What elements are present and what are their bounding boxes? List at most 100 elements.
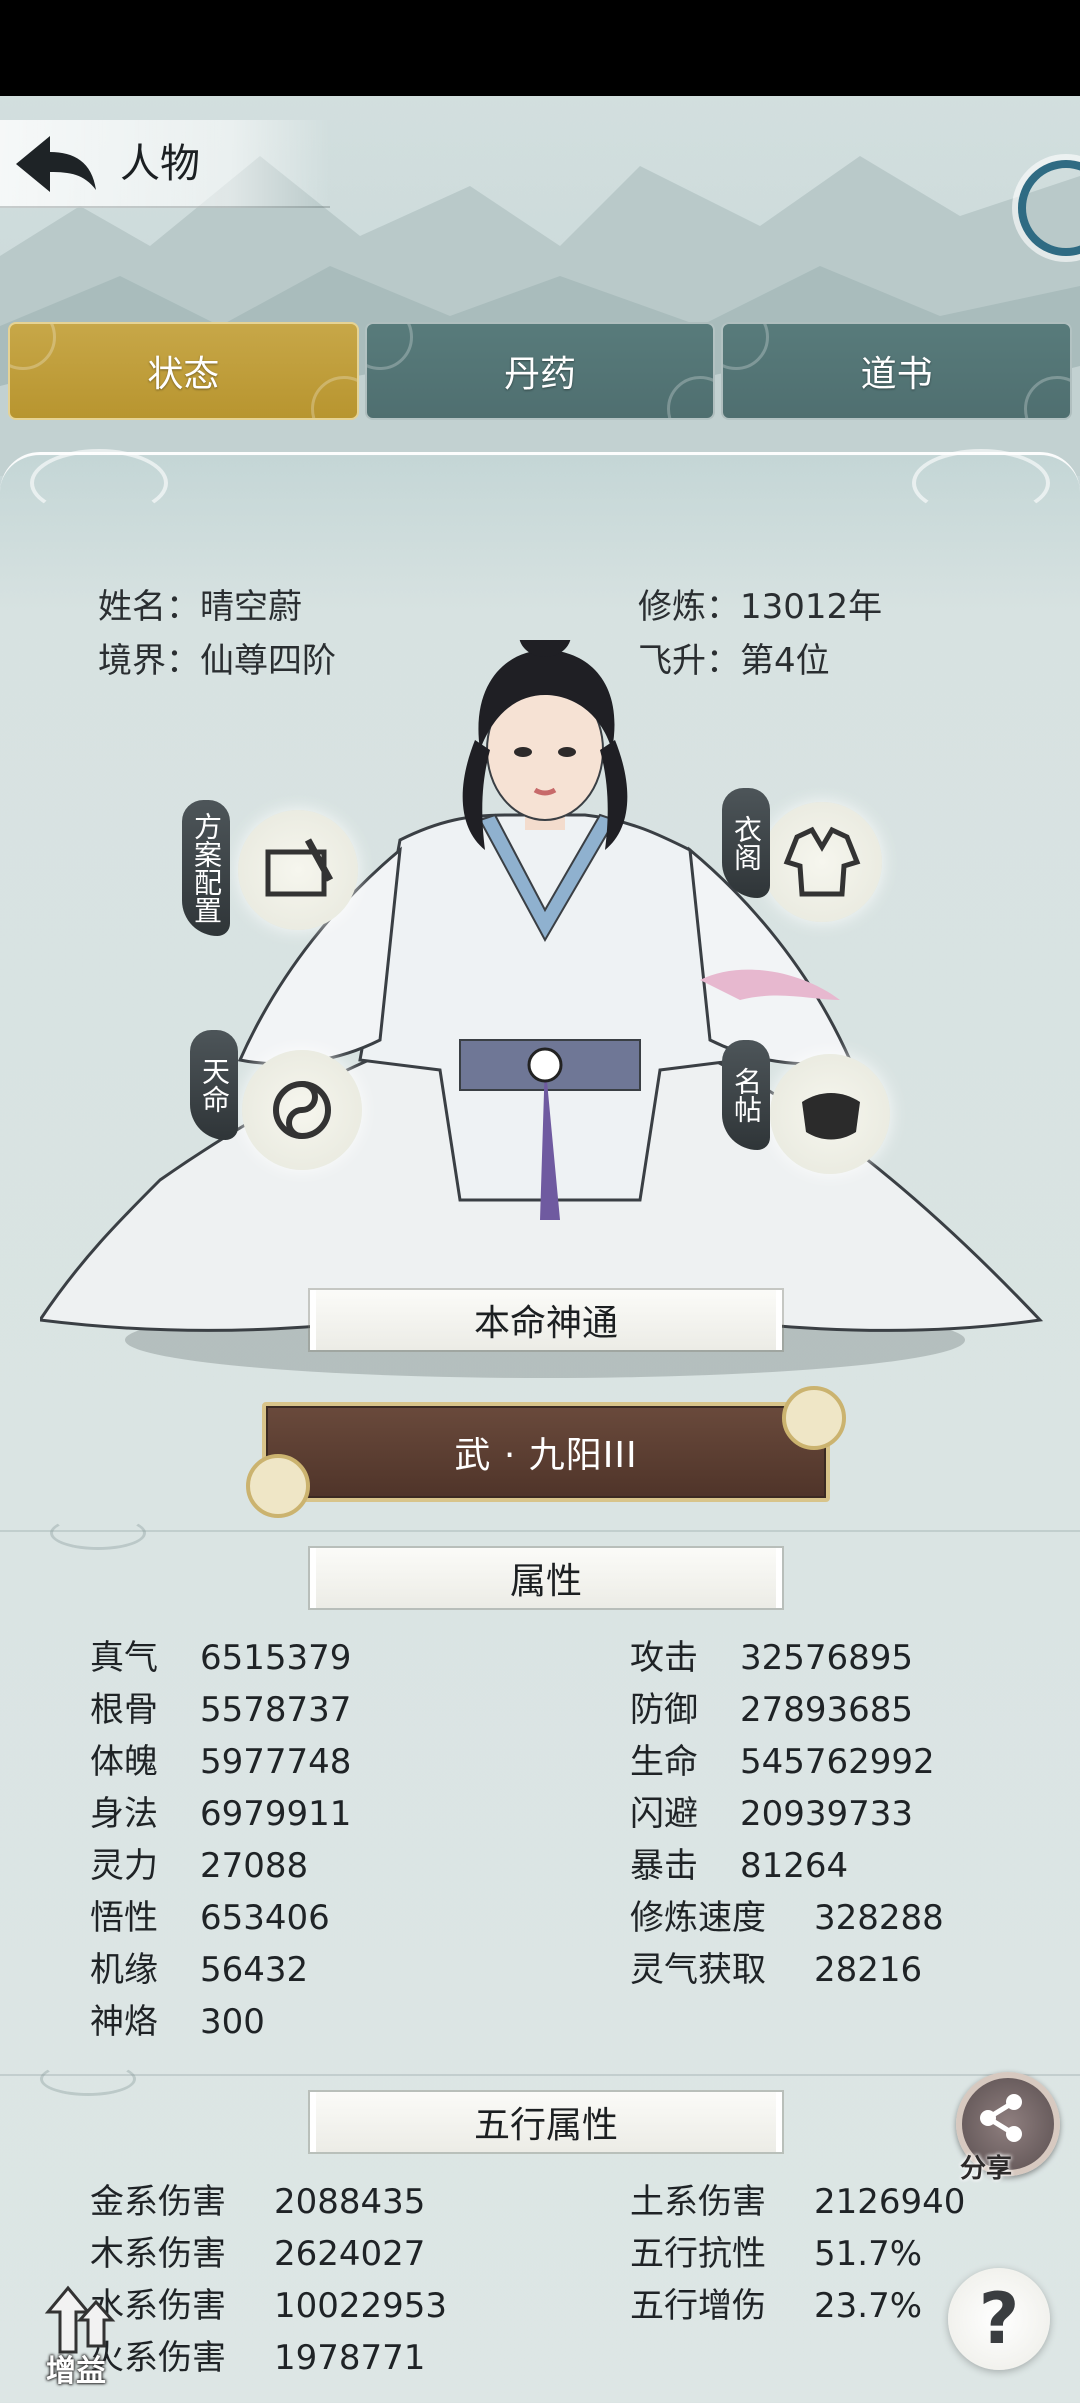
- fate-button[interactable]: 天命: [190, 1030, 370, 1170]
- stat-value: 328288: [814, 1898, 944, 1938]
- cultivation-value: 13012年: [740, 587, 883, 627]
- tab-status[interactable]: 状态: [8, 322, 359, 420]
- back-arrow-icon: [16, 136, 96, 192]
- stat-value: 56432: [200, 1950, 309, 1990]
- plan-config-button[interactable]: 方案配置: [182, 800, 362, 940]
- cloud-ornament-icon: [1024, 376, 1071, 418]
- stat-value: 5977748: [200, 1742, 352, 1782]
- tab-books[interactable]: 道书: [721, 322, 1073, 420]
- stat-label: 神烙: [90, 2002, 158, 2042]
- cloud-ornament-icon: [366, 324, 413, 370]
- cloud-ornament-icon: [667, 376, 714, 418]
- stat-label: 木系伤害: [90, 2234, 226, 2274]
- help-button[interactable]: ?: [948, 2268, 1050, 2370]
- name-row: 姓名：晴空蔚: [98, 580, 302, 634]
- question-mark-icon: ?: [978, 2278, 1020, 2360]
- stat-row: 修炼速度 328288: [630, 1892, 944, 1944]
- tab-bar: 状态 丹药 道书: [8, 322, 1073, 420]
- fate-label: 天命: [190, 1030, 238, 1140]
- page-title: 人物: [120, 141, 200, 187]
- stat-label: 身法: [90, 1794, 158, 1834]
- stat-row: 根骨 5578737: [90, 1684, 351, 1736]
- stat-label: 悟性: [90, 1898, 158, 1938]
- cloud-ornament-icon: [30, 449, 168, 517]
- name-card-label: 名帖: [722, 1040, 770, 1150]
- stat-label: 暴击: [630, 1846, 698, 1886]
- stat-label: 修炼速度: [630, 1898, 766, 1938]
- share-icon: [980, 2094, 1022, 2142]
- stat-value: 5578737: [200, 1690, 352, 1730]
- status-bar: [0, 0, 1080, 96]
- cloud-ornament-icon: [310, 376, 357, 418]
- elements-title: 五行属性: [310, 2092, 782, 2152]
- stat-value: 20939733: [740, 1794, 914, 1834]
- stat-label: 五行抗性: [630, 2234, 766, 2274]
- stat-row: 身法 6979911: [90, 1788, 351, 1840]
- stat-label: 攻击: [630, 1638, 698, 1678]
- stat-value: 6515379: [200, 1638, 352, 1678]
- cloud-corner-icon: [246, 1454, 310, 1518]
- stat-label: 灵气获取: [630, 1950, 766, 1990]
- stat-label: 根骨: [90, 1690, 158, 1730]
- stat-row: 闪避 20939733: [630, 1788, 913, 1840]
- cloud-ornament-icon: [40, 2062, 136, 2096]
- stat-row: 木系伤害 2624027: [90, 2228, 425, 2280]
- innate-skill-button[interactable]: 武 · 九阳III: [246, 1386, 846, 1518]
- stat-label: 灵力: [90, 1846, 158, 1886]
- stat-value: 27893685: [740, 1690, 914, 1730]
- stat-value: 6979911: [200, 1794, 352, 1834]
- stat-row: 真气 6515379: [90, 1632, 351, 1684]
- tab-label: 丹药: [504, 354, 577, 395]
- stat-row: 攻击 32576895: [630, 1632, 913, 1684]
- stat-row: 土系伤害 2126940: [630, 2176, 965, 2228]
- stat-row: 机缘 56432: [90, 1944, 308, 1996]
- character-portrait: [40, 640, 1044, 1378]
- cloud-ornament-icon: [912, 449, 1050, 517]
- stat-label: 体魄: [90, 1742, 158, 1782]
- stat-label: 金系伤害: [90, 2182, 226, 2222]
- stat-row: 神烙 300: [90, 1996, 265, 2048]
- stat-value: 32576895: [740, 1638, 914, 1678]
- stat-value: 27088: [200, 1846, 309, 1886]
- robe-icon: [762, 802, 882, 922]
- stat-label: 闪避: [630, 1794, 698, 1834]
- cloud-ornament-icon: [9, 324, 56, 370]
- name-card-button[interactable]: 名帖: [722, 1040, 902, 1180]
- stat-value: 2624027: [274, 2234, 426, 2274]
- stat-value: 51.7%: [814, 2234, 923, 2274]
- back-button[interactable]: [12, 132, 102, 196]
- stat-value: 2126940: [814, 2182, 966, 2222]
- stat-value: 81264: [740, 1846, 849, 1886]
- tab-label: 道书: [860, 354, 933, 395]
- stat-row: 灵气获取 28216: [630, 1944, 922, 1996]
- stat-value: 2088435: [274, 2182, 426, 2222]
- share-label: 分享: [960, 2154, 1013, 2184]
- buff-label: 增益: [46, 2354, 106, 2389]
- name-label: 姓名：: [98, 587, 200, 627]
- stat-row: 暴击 81264: [630, 1840, 848, 1892]
- stat-row: 生命 545762992: [630, 1736, 935, 1788]
- stat-row: 灵力 27088: [90, 1840, 308, 1892]
- stat-label: 防御: [630, 1690, 698, 1730]
- cloud-corner-icon: [782, 1386, 846, 1450]
- stat-label: 土系伤害: [630, 2182, 766, 2222]
- stat-label: 真气: [90, 1638, 158, 1678]
- divider: [0, 2074, 1080, 2076]
- innate-skill-title: 本命神通: [310, 1290, 782, 1350]
- stat-label: 生命: [630, 1742, 698, 1782]
- stat-value: 653406: [200, 1898, 330, 1938]
- innate-skill-name: 武 · 九阳III: [454, 1435, 638, 1476]
- wardrobe-label: 衣阁: [722, 788, 770, 898]
- tab-pills[interactable]: 丹药: [364, 322, 716, 420]
- stat-row: 五行抗性 51.7%: [630, 2228, 922, 2280]
- stat-value: 23.7%: [814, 2286, 923, 2326]
- cloud-ornament-icon: [50, 1516, 146, 1550]
- stat-row: 悟性 653406: [90, 1892, 330, 1944]
- stat-value: 10022953: [274, 2286, 448, 2326]
- stat-row: 防御 27893685: [630, 1684, 913, 1736]
- wardrobe-button[interactable]: 衣阁: [722, 788, 902, 928]
- stat-value: 300: [200, 2002, 265, 2042]
- stat-row: 金系伤害 2088435: [90, 2176, 425, 2228]
- stat-value: 28216: [814, 1950, 923, 1990]
- tab-label: 状态: [147, 354, 220, 395]
